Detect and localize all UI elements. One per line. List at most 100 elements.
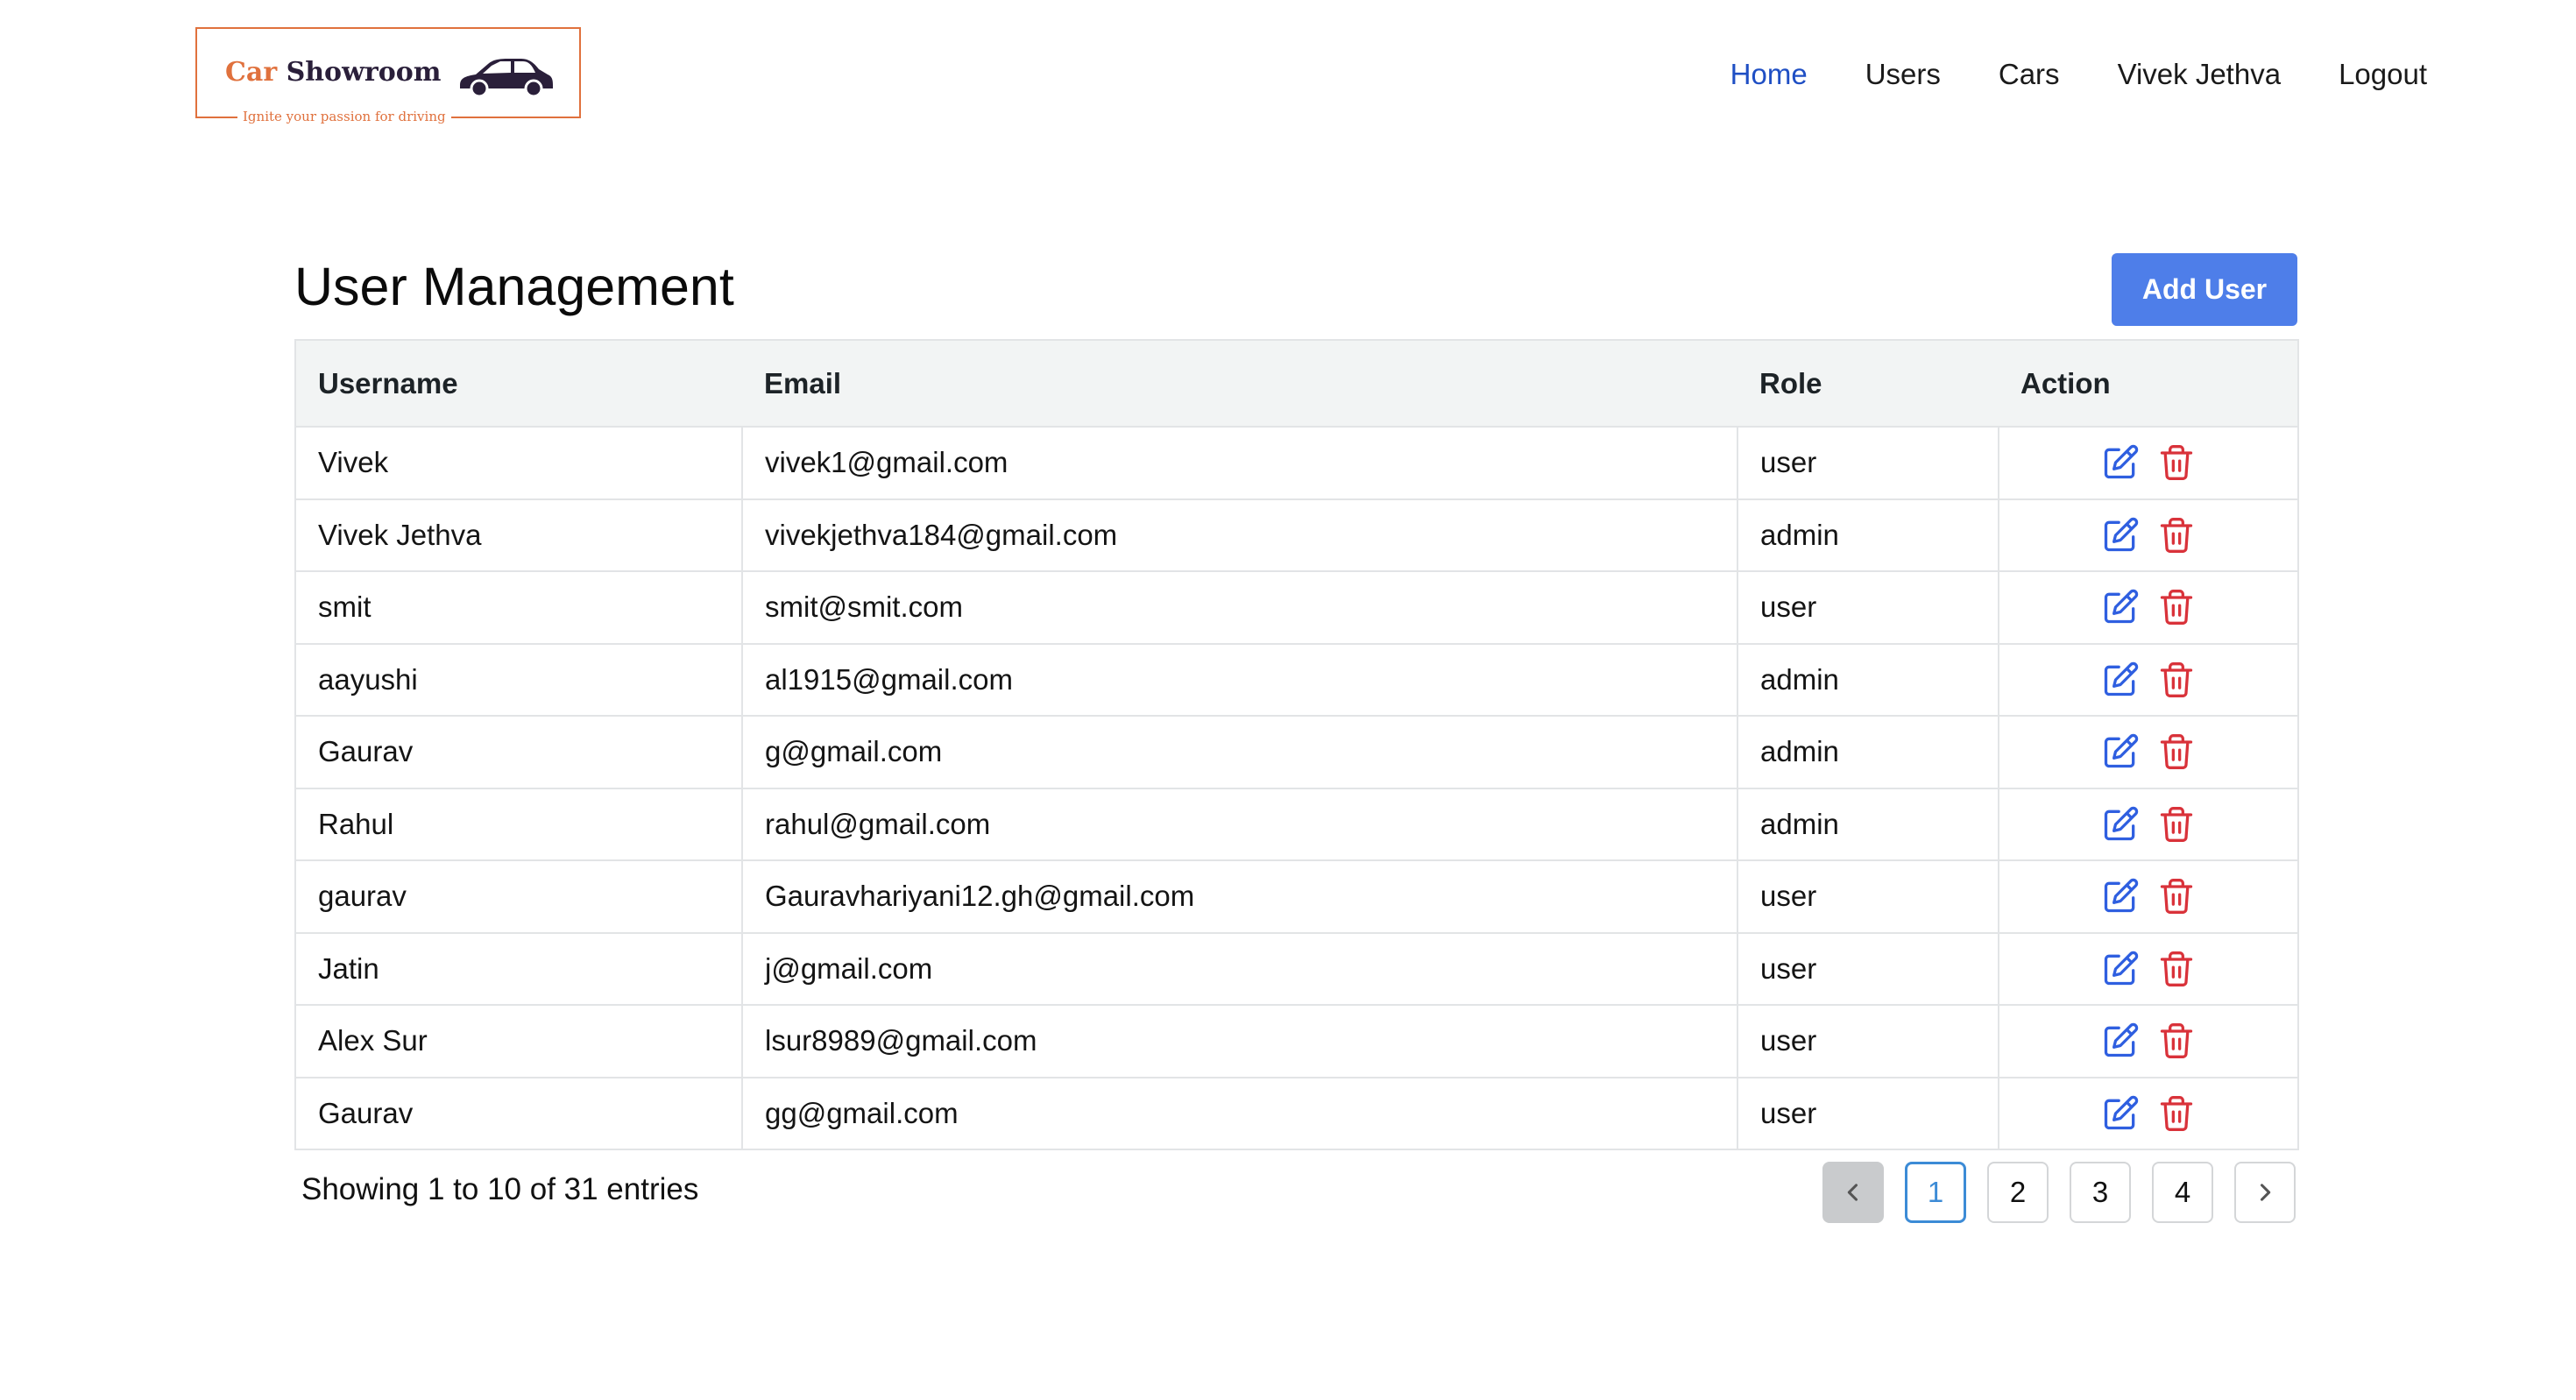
entries-summary: Showing 1 to 10 of 31 entries (301, 1172, 699, 1206)
page-button-4[interactable]: 4 (2152, 1162, 2213, 1223)
table-row: Vivek Jethva vivekjethva184@gmail.com admi… (294, 498, 2299, 572)
chevron-left-icon (1847, 1184, 1858, 1201)
edit-icon[interactable] (2101, 877, 2140, 916)
next-page-button[interactable] (2234, 1162, 2296, 1223)
car-icon (460, 59, 553, 98)
chevron-right-icon (2260, 1184, 2271, 1201)
cell-username: Alex Sur (294, 1004, 743, 1078)
nav-cars[interactable]: Cars (1999, 58, 2060, 91)
cell-action (1998, 426, 2299, 500)
trash-icon[interactable] (2157, 1022, 2196, 1060)
cell-role: user (1737, 426, 1999, 500)
column-header-action: Action (1999, 339, 2299, 428)
cell-username: gaurav (294, 859, 743, 934)
edit-icon[interactable] (2101, 950, 2140, 988)
cell-email: al1915@gmail.com (741, 642, 1738, 717)
trash-icon[interactable] (2157, 443, 2196, 482)
edit-icon[interactable] (2101, 732, 2140, 771)
trash-icon[interactable] (2157, 805, 2196, 844)
trash-icon[interactable] (2157, 1094, 2196, 1133)
page-title: User Management (294, 257, 734, 316)
cell-email: vivekjethva184@gmail.com (741, 498, 1738, 572)
cell-username: Vivek Jethva (294, 498, 743, 572)
cell-email: g@gmail.com (741, 715, 1738, 789)
cell-role: user (1737, 859, 1999, 934)
column-header-role[interactable]: Role (1737, 339, 1999, 428)
cell-username: Vivek (294, 426, 743, 500)
table-row: Vivek vivek1@gmail.com user (294, 426, 2299, 500)
nav-logout[interactable]: Logout (2339, 58, 2427, 91)
table-header-row: Username Email Role Action (294, 339, 2299, 428)
cell-email: j@gmail.com (741, 931, 1738, 1006)
cell-email: smit@smit.com (741, 570, 1738, 645)
cell-role: admin (1737, 498, 1999, 572)
edit-icon[interactable] (2101, 588, 2140, 626)
table-row: Gaurav gg@gmail.com user (294, 1076, 2299, 1150)
trash-icon[interactable] (2157, 732, 2196, 771)
cell-role: user (1737, 1076, 1999, 1150)
cell-username: Gaurav (294, 715, 743, 789)
brand-name-part2: Showroom (286, 57, 442, 88)
page-button-2[interactable]: 2 (1987, 1162, 2049, 1223)
brand-logo[interactable]: Car Showroom Ignite your passion for dri… (195, 27, 581, 124)
users-table: Username Email Role Action Vivek vivek1@g… (294, 339, 2299, 1150)
cell-email: lsur8989@gmail.com (741, 1004, 1738, 1078)
cell-action (1998, 1004, 2299, 1078)
cell-role: admin (1737, 715, 1999, 789)
table-row: Jatin j@gmail.com user (294, 931, 2299, 1006)
cell-action (1998, 931, 2299, 1006)
cell-action (1998, 570, 2299, 645)
cell-role: admin (1737, 642, 1999, 717)
column-header-username[interactable]: Username (294, 339, 742, 428)
cell-action (1998, 715, 2299, 789)
edit-icon[interactable] (2101, 516, 2140, 555)
cell-action (1998, 859, 2299, 934)
edit-icon[interactable] (2101, 805, 2140, 844)
trash-icon[interactable] (2157, 877, 2196, 916)
trash-icon[interactable] (2157, 588, 2196, 626)
tagline-rule-left (195, 117, 237, 118)
cell-action (1998, 787, 2299, 861)
cell-action (1998, 642, 2299, 717)
tagline-rule-right (451, 117, 581, 118)
nav-profile[interactable]: Vivek Jethva (2118, 58, 2282, 91)
nav-users[interactable]: Users (1865, 58, 1941, 91)
cell-role: user (1737, 570, 1999, 645)
table-row: gaurav Gauravhariyani12.gh@gmail.com user (294, 859, 2299, 934)
cell-username: aayushi (294, 642, 743, 717)
nav-home[interactable]: Home (1730, 58, 1808, 91)
cell-username: Jatin (294, 931, 743, 1006)
edit-icon[interactable] (2101, 1022, 2140, 1060)
table-row: Alex Sur lsur8989@gmail.com user (294, 1004, 2299, 1078)
prev-page-button[interactable] (1822, 1162, 1884, 1223)
cell-role: admin (1737, 787, 1999, 861)
trash-icon[interactable] (2157, 950, 2196, 988)
edit-icon[interactable] (2101, 661, 2140, 699)
trash-icon[interactable] (2157, 516, 2196, 555)
users-table-body: Vivek vivek1@gmail.com user Vivek Jethva viv… (294, 426, 2299, 1150)
cell-email: Gauravhariyani12.gh@gmail.com (741, 859, 1738, 934)
trash-icon[interactable] (2157, 661, 2196, 699)
table-row: aayushi al1915@gmail.com admin (294, 642, 2299, 717)
main-nav: Home Users Cars Vivek Jethva Logout (1730, 58, 2427, 91)
cell-action (1998, 498, 2299, 572)
cell-action (1998, 1076, 2299, 1150)
page-button-3[interactable]: 3 (2070, 1162, 2131, 1223)
table-row: Rahul rahul@gmail.com admin (294, 787, 2299, 861)
cell-role: user (1737, 931, 1999, 1006)
edit-icon[interactable] (2101, 1094, 2140, 1133)
cell-email: gg@gmail.com (741, 1076, 1738, 1150)
table-row: Gaurav g@gmail.com admin (294, 715, 2299, 789)
users-table-container: Username Email Role Action Vivek vivek1@g… (294, 339, 2299, 1150)
cell-email: rahul@gmail.com (741, 787, 1738, 861)
edit-icon[interactable] (2101, 443, 2140, 482)
brand-name: Car Showroom (225, 57, 441, 88)
column-header-email[interactable]: Email (742, 339, 1737, 428)
cell-role: user (1737, 1004, 1999, 1078)
brand-name-part1: Car (225, 57, 278, 88)
cell-email: vivek1@gmail.com (741, 426, 1738, 500)
pagination: 1 2 3 4 (1822, 1162, 2296, 1223)
page-button-1[interactable]: 1 (1905, 1162, 1966, 1223)
cell-username: Gaurav (294, 1076, 743, 1150)
add-user-button[interactable]: Add User (2112, 253, 2297, 326)
